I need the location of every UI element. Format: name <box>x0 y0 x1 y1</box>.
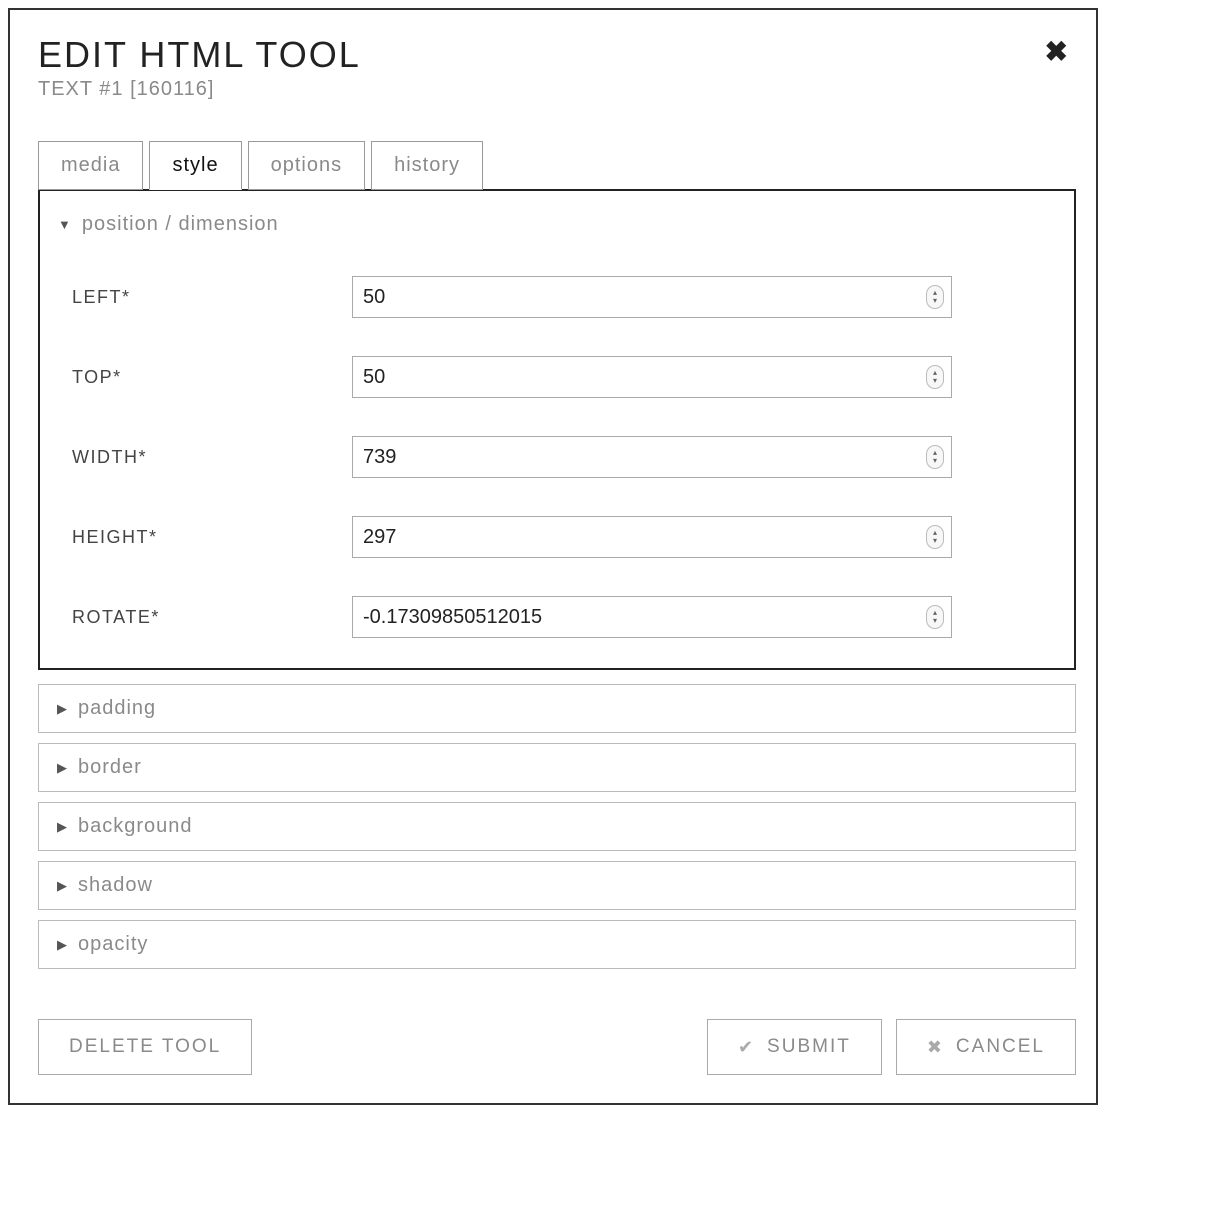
tab-style[interactable]: style <box>149 141 241 190</box>
collapsed-sections: ▶ padding ▶ border ▶ background ▶ shadow… <box>38 684 1076 969</box>
section-position-dimension[interactable]: ▼ position / dimension <box>58 213 1056 236</box>
delete-label: DELETE TOOL <box>69 1036 221 1058</box>
field-height: HEIGHT* ▴▾ <box>72 516 1056 558</box>
section-title: opacity <box>78 933 148 956</box>
input-height[interactable] <box>352 516 952 558</box>
input-width[interactable] <box>352 436 952 478</box>
modal-header: EDIT HTML TOOL TEXT #1 [160116] ✖ <box>38 34 1076 101</box>
field-top: TOP* ▴▾ <box>72 356 1056 398</box>
cancel-label: CANCEL <box>956 1036 1045 1058</box>
input-wrap-width: ▴▾ <box>352 436 952 478</box>
tab-options[interactable]: options <box>248 141 366 190</box>
chevron-right-icon: ▶ <box>57 937 68 953</box>
input-left[interactable] <box>352 276 952 318</box>
section-shadow[interactable]: ▶ shadow <box>38 861 1076 910</box>
cancel-button[interactable]: ✖ CANCEL <box>896 1019 1076 1075</box>
style-panel: ▼ position / dimension LEFT* ▴▾ TOP* ▴▾ … <box>38 191 1076 670</box>
section-background[interactable]: ▶ background <box>38 802 1076 851</box>
submit-button[interactable]: ✔ SUBMIT <box>707 1019 882 1075</box>
modal-title: EDIT HTML TOOL <box>38 34 361 76</box>
chevron-right-icon: ▶ <box>57 701 68 717</box>
fields: LEFT* ▴▾ TOP* ▴▾ WIDTH* ▴▾ <box>58 276 1056 638</box>
field-width: WIDTH* ▴▾ <box>72 436 1056 478</box>
label-rotate: ROTATE* <box>72 607 352 628</box>
chevron-down-icon: ▼ <box>58 217 72 232</box>
edit-tool-modal: EDIT HTML TOOL TEXT #1 [160116] ✖ media … <box>8 8 1098 1105</box>
tab-history[interactable]: history <box>371 141 483 190</box>
tabs: media style options history <box>38 141 1076 190</box>
field-rotate: ROTATE* ▴▾ <box>72 596 1056 638</box>
chevron-right-icon: ▶ <box>57 760 68 776</box>
footer: DELETE TOOL ✔ SUBMIT ✖ CANCEL <box>38 1019 1076 1075</box>
close-icon: ✖ <box>927 1037 944 1058</box>
field-left: LEFT* ▴▾ <box>72 276 1056 318</box>
stepper-top[interactable]: ▴▾ <box>926 365 944 389</box>
section-border[interactable]: ▶ border <box>38 743 1076 792</box>
label-height: HEIGHT* <box>72 527 352 548</box>
input-wrap-top: ▴▾ <box>352 356 952 398</box>
input-rotate[interactable] <box>352 596 952 638</box>
stepper-height[interactable]: ▴▾ <box>926 525 944 549</box>
label-top: TOP* <box>72 367 352 388</box>
section-padding[interactable]: ▶ padding <box>38 684 1076 733</box>
input-wrap-left: ▴▾ <box>352 276 952 318</box>
close-icon[interactable]: ✖ <box>1037 34 1076 70</box>
submit-label: SUBMIT <box>767 1036 851 1058</box>
input-top[interactable] <box>352 356 952 398</box>
section-title: position / dimension <box>82 213 279 236</box>
section-title: background <box>78 815 193 838</box>
stepper-rotate[interactable]: ▴▾ <box>926 605 944 629</box>
delete-tool-button[interactable]: DELETE TOOL <box>38 1019 252 1075</box>
stepper-width[interactable]: ▴▾ <box>926 445 944 469</box>
input-wrap-height: ▴▾ <box>352 516 952 558</box>
section-title: border <box>78 756 142 779</box>
footer-right: ✔ SUBMIT ✖ CANCEL <box>707 1019 1076 1075</box>
input-wrap-rotate: ▴▾ <box>352 596 952 638</box>
label-left: LEFT* <box>72 287 352 308</box>
chevron-right-icon: ▶ <box>57 819 68 835</box>
tab-media[interactable]: media <box>38 141 143 190</box>
modal-subtitle: TEXT #1 [160116] <box>38 78 361 101</box>
label-width: WIDTH* <box>72 447 352 468</box>
title-block: EDIT HTML TOOL TEXT #1 [160116] <box>38 34 361 101</box>
check-icon: ✔ <box>738 1037 755 1058</box>
section-title: padding <box>78 697 156 720</box>
section-title: shadow <box>78 874 153 897</box>
section-opacity[interactable]: ▶ opacity <box>38 920 1076 969</box>
stepper-left[interactable]: ▴▾ <box>926 285 944 309</box>
chevron-right-icon: ▶ <box>57 878 68 894</box>
